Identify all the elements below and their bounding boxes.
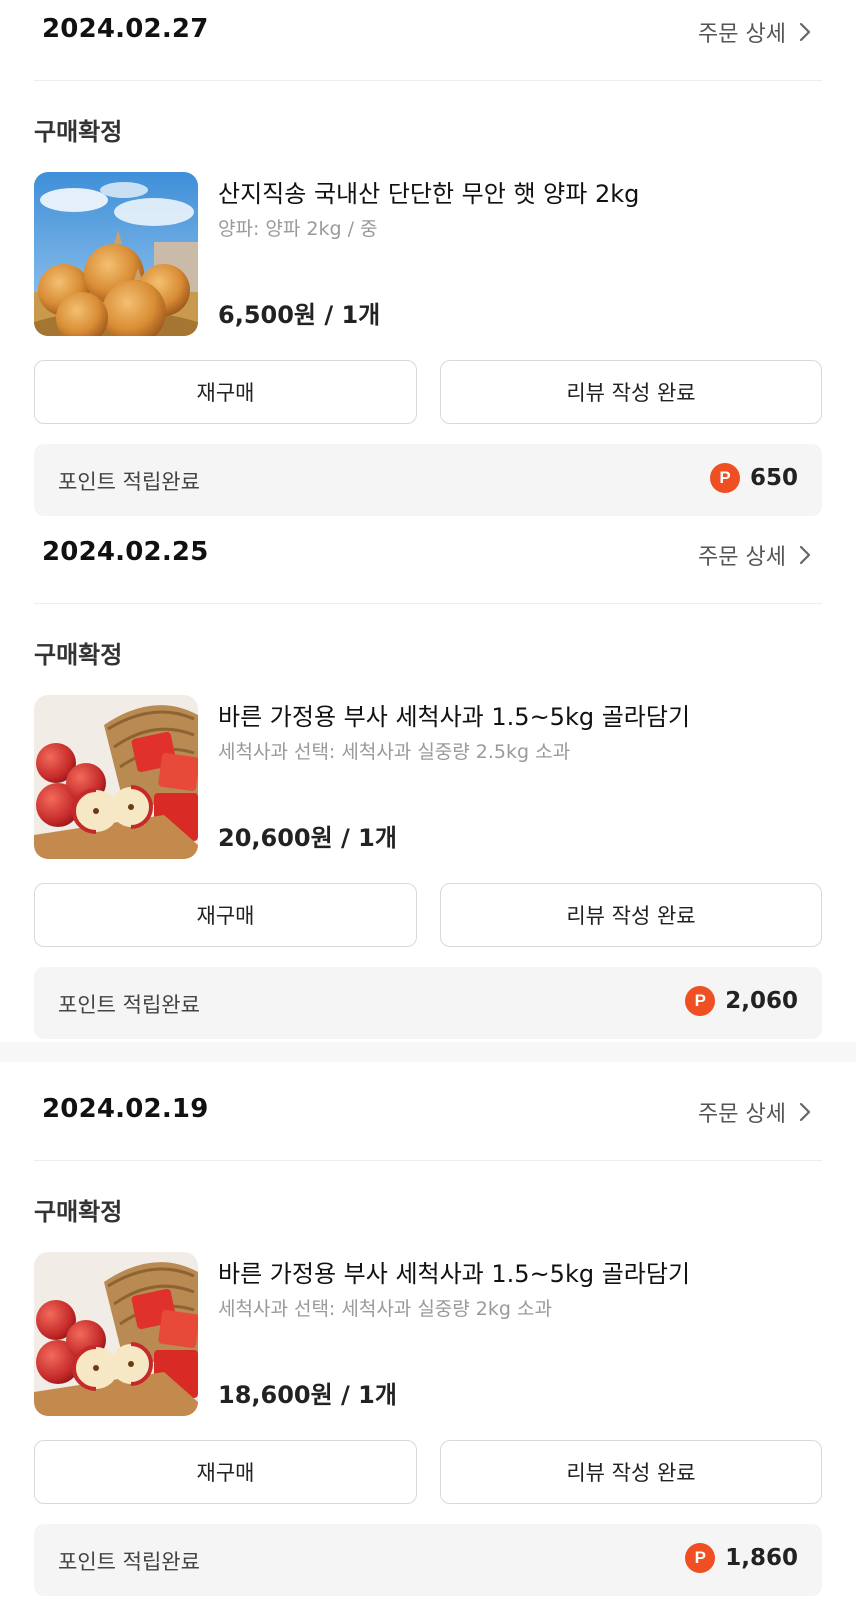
order-header: 2024.02.25 주문 상세 <box>34 523 822 604</box>
points-label: 포인트 적립완료 <box>58 470 200 494</box>
order-detail-label: 주문 상세 <box>698 545 786 570</box>
order-status: 구매확정 <box>34 118 123 146</box>
order-date: 2024.02.25 <box>42 537 209 567</box>
points-label: 포인트 적립완료 <box>58 1550 200 1574</box>
chevron-right-icon <box>799 1102 811 1122</box>
points-summary: 포인트 적립완료 P 2,060 <box>34 967 822 1039</box>
product-item[interactable]: 바른 가정용 부사 세척사과 1.5~5kg 골라담기 세척사과 선택: 세척사… <box>34 695 822 860</box>
order-history-page: 2024.02.27 주문 상세 구매확정 산지직송 국내산 단단한 무안 햇 … <box>0 0 856 1618</box>
product-thumbnail-apple <box>34 695 198 859</box>
order-header: 2024.02.27 주문 상세 <box>34 0 822 81</box>
points-summary: 포인트 적립완료 P 650 <box>34 444 822 516</box>
chevron-right-icon <box>799 22 811 42</box>
review-complete-button[interactable]: 리뷰 작성 완료 <box>440 1440 822 1504</box>
points-value: 1,860 <box>725 1545 798 1571</box>
point-coin-icon: P <box>709 463 740 493</box>
order-header: 2024.02.19 주문 상세 <box>34 1080 822 1161</box>
points-label: 포인트 적립완료 <box>58 993 200 1017</box>
product-price: 18,600원 / 1개 <box>218 1381 397 1409</box>
order-status: 구매확정 <box>34 1198 123 1226</box>
points-summary: 포인트 적립완료 P 1,860 <box>34 1524 822 1596</box>
product-price: 6,500원 / 1개 <box>218 301 381 329</box>
chevron-right-icon <box>799 545 811 565</box>
product-option: 양파: 양파 2kg / 중 <box>218 218 378 240</box>
order-detail-label: 주문 상세 <box>698 1102 786 1127</box>
order-detail-link[interactable]: 주문 상세 <box>698 1096 814 1128</box>
product-title: 바른 가정용 부사 세척사과 1.5~5kg 골라담기 <box>218 703 691 731</box>
order-date: 2024.02.19 <box>42 1094 209 1124</box>
order-detail-link[interactable]: 주문 상세 <box>698 539 814 571</box>
section-divider <box>0 1042 856 1062</box>
product-title: 산지직송 국내산 단단한 무안 햇 양파 2kg <box>218 180 640 208</box>
review-complete-button[interactable]: 리뷰 작성 완료 <box>440 883 822 947</box>
rebuy-button[interactable]: 재구매 <box>34 883 417 947</box>
rebuy-button[interactable]: 재구매 <box>34 360 417 424</box>
product-thumbnail-onion <box>34 172 198 336</box>
point-coin-icon: P <box>685 986 716 1016</box>
product-thumbnail-apple <box>34 1252 198 1416</box>
product-price: 20,600원 / 1개 <box>218 824 397 852</box>
product-item[interactable]: 바른 가정용 부사 세척사과 1.5~5kg 골라담기 세척사과 선택: 세척사… <box>34 1252 822 1417</box>
review-complete-button[interactable]: 리뷰 작성 완료 <box>440 360 822 424</box>
order-detail-label: 주문 상세 <box>698 22 786 47</box>
point-coin-icon: P <box>685 1543 716 1573</box>
points-value: 2,060 <box>725 988 798 1014</box>
product-title: 바른 가정용 부사 세척사과 1.5~5kg 골라담기 <box>218 1260 691 1288</box>
product-option: 세척사과 선택: 세척사과 실중량 2kg 소과 <box>218 1298 552 1320</box>
order-detail-link[interactable]: 주문 상세 <box>698 16 814 48</box>
points-value: 650 <box>749 465 798 491</box>
rebuy-button[interactable]: 재구매 <box>34 1440 417 1504</box>
order-date: 2024.02.27 <box>42 14 209 44</box>
product-item[interactable]: 산지직송 국내산 단단한 무안 햇 양파 2kg 양파: 양파 2kg / 중 … <box>34 172 822 337</box>
product-option: 세척사과 선택: 세척사과 실중량 2.5kg 소과 <box>218 741 571 763</box>
order-status: 구매확정 <box>34 641 123 669</box>
